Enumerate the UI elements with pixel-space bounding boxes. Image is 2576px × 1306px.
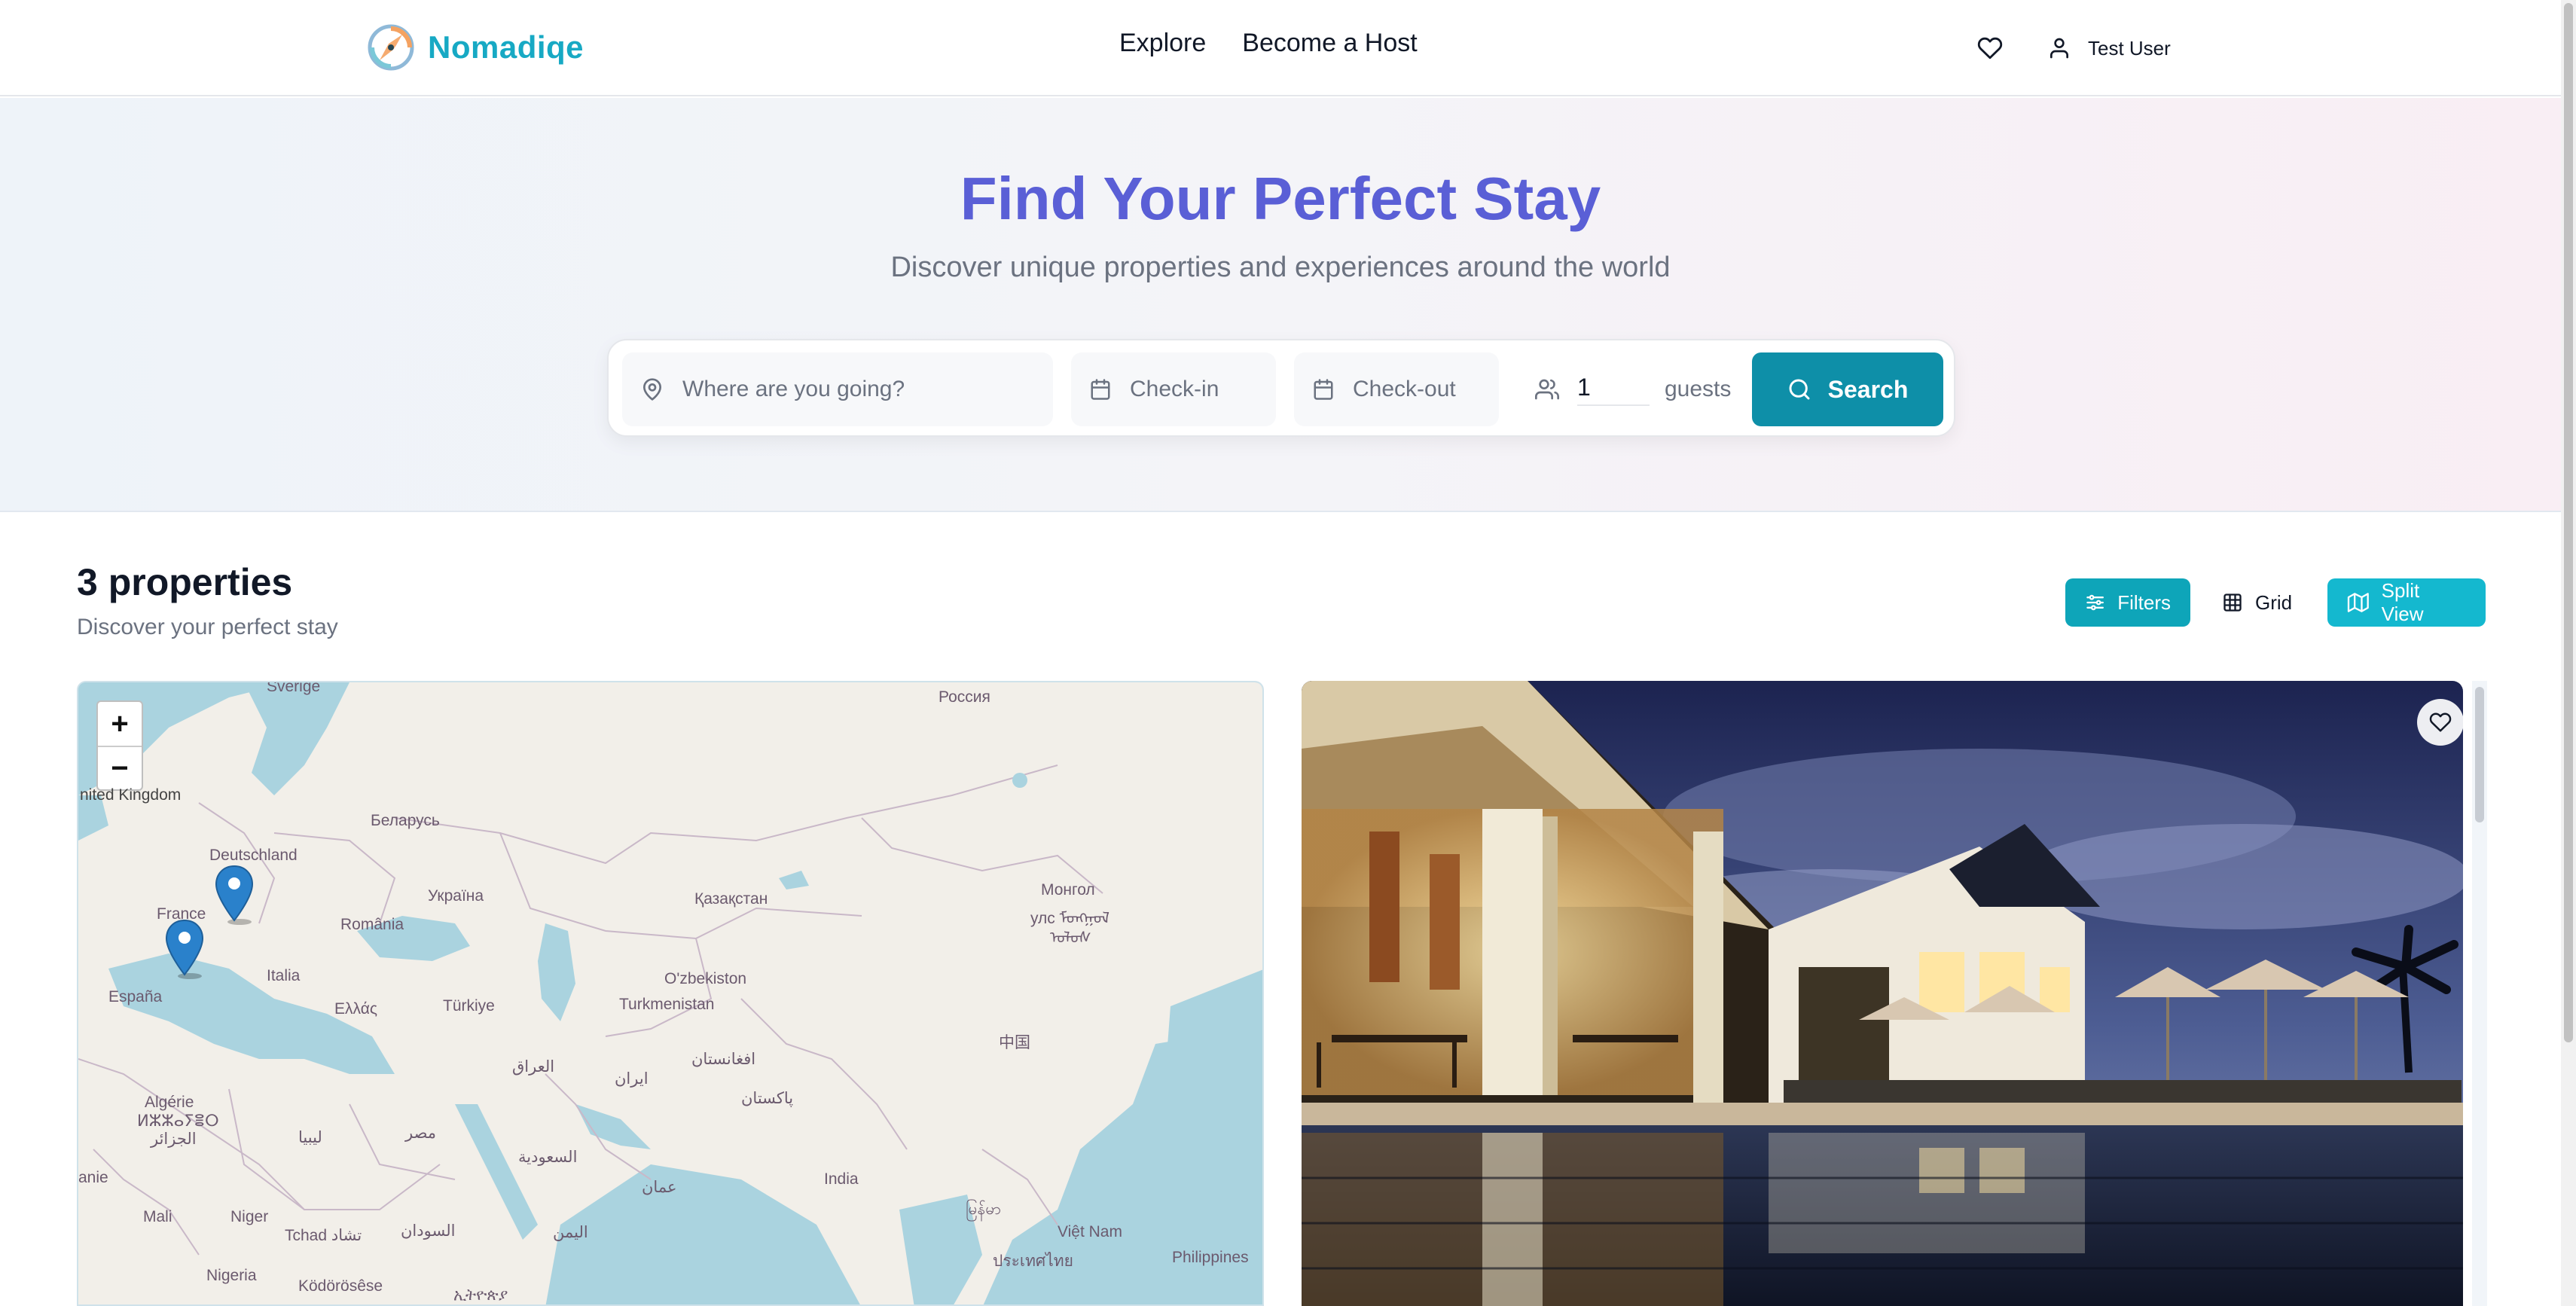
zoom-in-button[interactable]: + bbox=[98, 702, 142, 746]
map-label: Deutschland bbox=[209, 847, 298, 864]
property-card[interactable] bbox=[1302, 681, 2463, 1306]
map-label: nited Kingdom bbox=[80, 786, 182, 804]
map-label: Italia bbox=[267, 967, 301, 984]
brand-name: Nomadiqe bbox=[428, 29, 584, 65]
search-button[interactable]: Search bbox=[1752, 352, 1943, 426]
map-label: Ελλάς bbox=[334, 1000, 377, 1018]
favorite-button[interactable] bbox=[2417, 699, 2463, 746]
filters-button[interactable]: Filters bbox=[2065, 578, 2190, 627]
users-icon bbox=[1535, 377, 1559, 401]
map-icon bbox=[2347, 593, 2369, 612]
calendar-icon bbox=[1089, 378, 1112, 401]
guests-input[interactable]: 1 bbox=[1577, 374, 1650, 406]
destination-field[interactable]: Where are you going? bbox=[622, 352, 1053, 426]
checkin-placeholder: Check-in bbox=[1130, 377, 1219, 401]
search-icon bbox=[1789, 379, 1810, 400]
sliders-icon bbox=[2086, 594, 2104, 611]
map-label: Ködörösêse bbox=[298, 1277, 383, 1295]
checkout-placeholder: Check-out bbox=[1353, 377, 1456, 401]
map-label: ኢትዮጵያ bbox=[453, 1286, 508, 1304]
user-icon bbox=[2050, 38, 2068, 59]
calendar-icon bbox=[1312, 378, 1335, 401]
location-pin-icon bbox=[640, 377, 664, 401]
user-name: Test User bbox=[2088, 36, 2171, 60]
map-label: မြန်မာ bbox=[966, 1201, 1002, 1218]
map-label: anie bbox=[78, 1169, 108, 1186]
map-label: السعودية bbox=[518, 1149, 578, 1166]
checkin-field[interactable]: Check-in bbox=[1071, 352, 1276, 426]
results-count: 3 properties bbox=[77, 561, 293, 603]
checkout-field[interactable]: Check-out bbox=[1294, 352, 1499, 426]
header-actions: Test User bbox=[1970, 29, 2171, 68]
grid-view-button[interactable]: Grid bbox=[2202, 578, 2315, 627]
hero-subtitle: Discover unique properties and experienc… bbox=[890, 252, 1671, 283]
map-label: ليبيا bbox=[298, 1129, 322, 1146]
map-label: ᠤᠯᠤᠰ bbox=[1050, 929, 1091, 947]
properties-map[interactable]: + − Sverige Россия nited Kingdom Беларус… bbox=[77, 681, 1264, 1306]
map-label: اليمن bbox=[553, 1224, 588, 1241]
map-label: Philippines bbox=[1172, 1249, 1249, 1266]
filters-label: Filters bbox=[2117, 590, 2171, 614]
map-label: Niger bbox=[230, 1208, 269, 1225]
map-label: عمان bbox=[642, 1179, 677, 1196]
heart-icon bbox=[1977, 37, 2003, 60]
map-label: Россия bbox=[939, 688, 990, 706]
top-header: Nomadiqe Explore Become a Host Test User bbox=[0, 0, 2561, 96]
split-view-button[interactable]: Split View bbox=[2327, 578, 2486, 627]
map-label: العراق bbox=[512, 1058, 555, 1076]
main-nav: Explore Become a Host bbox=[1119, 29, 1418, 58]
map-label: Turkmenistan bbox=[619, 996, 715, 1013]
map-zoom-control: + − bbox=[96, 700, 143, 791]
map-label: Mali bbox=[143, 1208, 172, 1225]
map-label: ⵍⵣⵣⴰⵢⴻⵔ bbox=[137, 1112, 219, 1130]
map-label: India bbox=[824, 1170, 859, 1188]
favorites-button[interactable] bbox=[1970, 29, 2010, 68]
compass-logo-icon bbox=[368, 24, 414, 71]
map-label: Беларусь bbox=[371, 812, 440, 829]
map-label: O'zbekiston bbox=[664, 970, 747, 987]
brand-logo[interactable]: Nomadiqe bbox=[365, 21, 584, 74]
page-scrollbar-thumb[interactable] bbox=[2564, 3, 2573, 1042]
results-subtitle: Discover your perfect stay bbox=[77, 615, 338, 639]
user-menu[interactable]: Test User bbox=[2047, 36, 2171, 60]
search-bar: Where are you going? Check-in Check-out … bbox=[607, 339, 1955, 437]
map-label: پاکستان bbox=[741, 1090, 794, 1107]
map-label: România bbox=[340, 916, 404, 933]
hero-title: Find Your Perfect Stay bbox=[960, 165, 1601, 232]
nav-become-host[interactable]: Become a Host bbox=[1242, 29, 1417, 58]
map-label: 中国 bbox=[999, 1034, 1030, 1051]
list-scrollbar-thumb[interactable] bbox=[2475, 687, 2484, 822]
map-label: España bbox=[108, 988, 163, 1005]
map-marker-icon[interactable] bbox=[164, 919, 205, 979]
map-label: ایران bbox=[615, 1070, 649, 1088]
map-label: افغانستان bbox=[691, 1051, 756, 1068]
grid-icon bbox=[2223, 593, 2242, 612]
map-label: Việt Nam bbox=[1058, 1223, 1122, 1240]
map-label: Монгол bbox=[1041, 881, 1095, 899]
map-label: Nigeria bbox=[206, 1267, 257, 1284]
map-label: مصر bbox=[405, 1124, 437, 1142]
view-toolbar: Filters Grid Split View bbox=[2065, 578, 2486, 627]
zoom-out-button[interactable]: − bbox=[98, 746, 142, 789]
map-label: Türkiye bbox=[443, 997, 495, 1015]
map-label: Україна bbox=[428, 887, 484, 905]
heart-icon bbox=[2429, 713, 2452, 732]
hero-section: Find Your Perfect Stay Discover unique p… bbox=[0, 98, 2561, 512]
destination-placeholder: Where are you going? bbox=[682, 377, 905, 401]
property-photo bbox=[1302, 681, 2463, 1306]
map-label: Tchad تشاد bbox=[285, 1227, 362, 1244]
grid-label: Grid bbox=[2255, 590, 2293, 614]
map-label: الجزائر bbox=[151, 1131, 197, 1148]
map-label: Қазақстан bbox=[694, 890, 768, 908]
guests-label: guests bbox=[1665, 377, 1732, 401]
map-marker-icon[interactable] bbox=[214, 865, 255, 925]
guests-field: 1 guests bbox=[1517, 352, 1735, 426]
map-label: ประเทศไทย bbox=[993, 1253, 1073, 1270]
split-view-label: Split View bbox=[2381, 579, 2424, 625]
nav-explore[interactable]: Explore bbox=[1119, 29, 1206, 58]
search-button-label: Search bbox=[1827, 375, 1909, 403]
map-label: Algérie bbox=[145, 1094, 194, 1111]
map-label: Sverige bbox=[267, 681, 321, 695]
map-label: السودان bbox=[401, 1222, 456, 1240]
